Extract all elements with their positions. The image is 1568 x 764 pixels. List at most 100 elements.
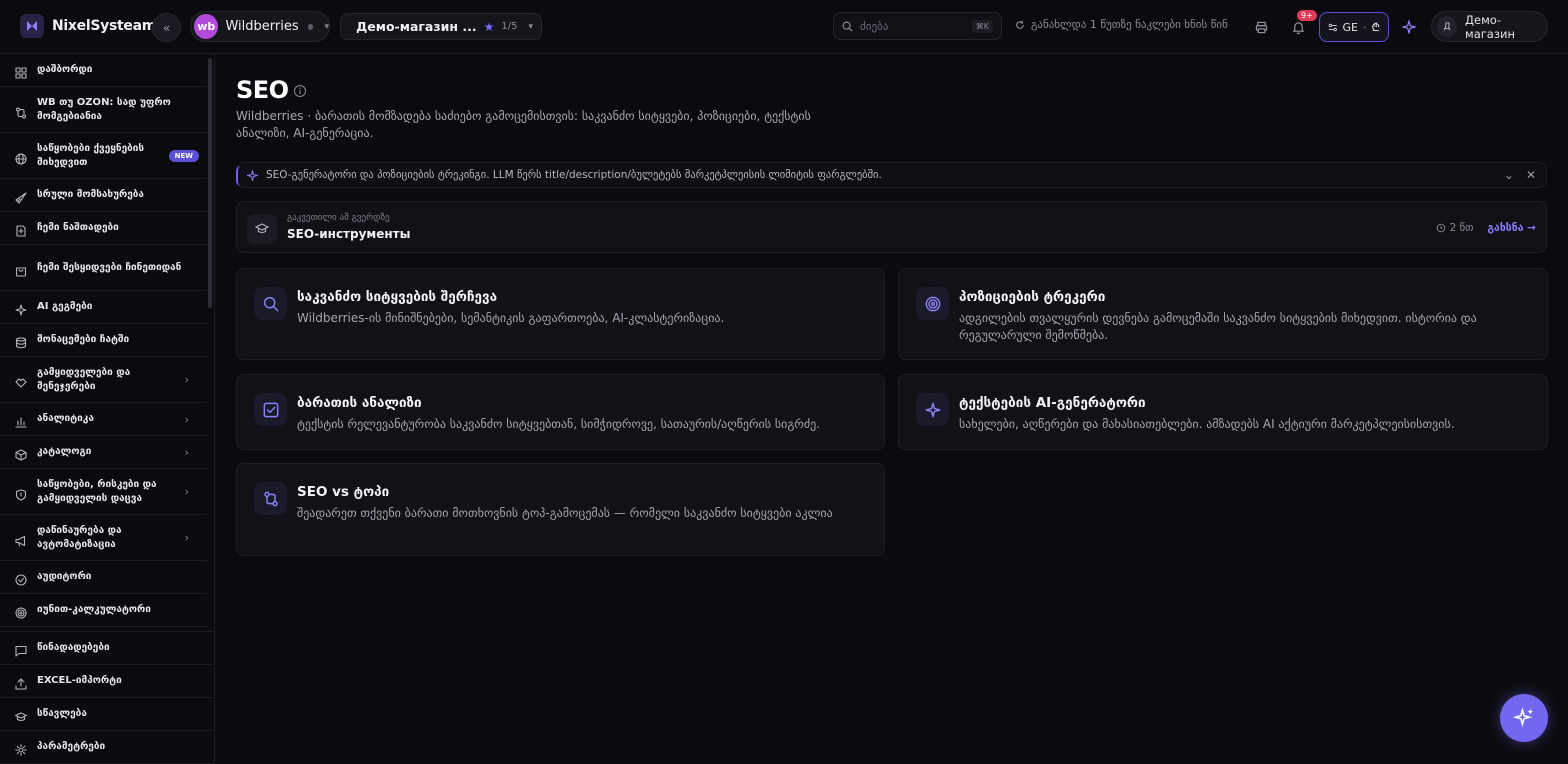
language-separator: · [1363, 21, 1367, 34]
banner-collapse-chevron-icon[interactable]: ⌄ [1504, 168, 1514, 182]
tool-card[interactable]: SEO vs ტოპიშეადარეთ თქვენი ბარათი მოთხოვ… [236, 463, 885, 556]
search-input[interactable]: ძიება ⌘K [833, 12, 1002, 40]
sidebar-item[interactable]: ჩემი შესყიდვები ჩინეთიდან [0, 245, 207, 291]
refresh-status[interactable]: განახლდა 1 წუთზე ნაკლები ხნის წინ [1015, 18, 1228, 31]
collapse-sidebar-button[interactable]: « [152, 13, 181, 42]
star-icon[interactable]: ★ [484, 20, 495, 34]
checkbox-icon [254, 393, 287, 426]
card-title: ტექსტების AI-გენერატორი [959, 395, 1146, 411]
settings-toggle-icon [1328, 22, 1338, 33]
sidebar-bottom-item[interactable]: პარამეტრები [0, 731, 215, 764]
marketplace-name: Wildberries [225, 19, 298, 34]
info-banner: SEO-გენერატორი და პოზიციების ტრეკინგი. L… [236, 162, 1547, 188]
tool-card[interactable]: ტექსტების AI-გენერატორისახელები, აღწერებ… [898, 374, 1548, 450]
info-icon[interactable] [293, 83, 307, 97]
page-description: Wildberries · ბარათის მომზადება საძიებო … [236, 108, 816, 142]
sparkle-icon [916, 393, 949, 426]
tool-card[interactable]: ბარათის ანალიზიტექსტის რელევანტურობა საკ… [236, 374, 885, 450]
sidebar-item[interactable]: იუნით-კალკულატორი [0, 594, 207, 627]
sidebar-item-label: წინადადებები [37, 641, 207, 655]
sidebar-item[interactable]: აუდიტორი [0, 561, 207, 594]
sidebar-item-label: პარამეტრები [37, 740, 207, 754]
banner-text: SEO-გენერატორი და პოზიციების ტრეკინგი. L… [266, 169, 1496, 181]
brand-logo-icon [20, 14, 44, 38]
sidebar-bottom-item[interactable]: წინადადებები [0, 632, 215, 665]
store-select[interactable]: Демо-магазин ... ★ 1/5 ▾ [340, 13, 542, 40]
sidebar-item-label: EXCEL-იმპორტი [37, 674, 207, 688]
sidebar-item-label: კატალოგი [37, 445, 185, 459]
sidebar-item-label: დაშბორდი [37, 63, 199, 77]
sidebar-item[interactable]: მონაცემები ჩატში [0, 324, 207, 357]
sidebar-item-label: ჩემი შესყიდვები ჩინეთიდან [37, 261, 199, 275]
sidebar-item-label: მონაცემები ჩატში [37, 333, 199, 347]
currency-glyph: ₾ [1372, 20, 1380, 35]
sidebar-bottom-nav: წინადადებები EXCEL-იმპორტი სწავლება პარამეტ… [0, 631, 215, 764]
sidebar-item[interactable]: ანალიტიკა› [0, 403, 207, 436]
check-circle-icon [15, 571, 27, 583]
box-icon [15, 446, 27, 458]
main-content: SEO Wildberries · ბარათის მომზადება საძი… [216, 54, 1568, 762]
banner-close-icon[interactable]: ✕ [1526, 168, 1536, 182]
lesson-open-link[interactable]: გახსნა → [1487, 222, 1536, 234]
tool-card[interactable]: პოზიციების ტრეკერიადგილების თვალყურის დე… [898, 268, 1548, 360]
target-icon [916, 287, 949, 320]
sidebar-item[interactable]: სრული მომსახურება [0, 179, 207, 212]
globe-icon [15, 150, 27, 162]
bell-icon [1292, 21, 1305, 34]
ai-chat-fab[interactable] [1500, 694, 1548, 742]
chevron-right-icon: › [185, 485, 189, 498]
document-icon [15, 222, 27, 234]
sidebar-item-label: სწავლება [37, 707, 207, 721]
sidebar-item-label: იუნით-კალკულატორი [37, 603, 199, 617]
sidebar-item[interactable]: დაწინაურება და ავტომატიზაცია› [0, 515, 207, 561]
tool-card[interactable]: საკვანძო სიტყვების შერჩევა Wildberries-ის… [236, 268, 885, 360]
page-title: SEO [236, 76, 289, 104]
card-description: ტექსტის რელევანტურობა საკვანძო სიტყვებთა… [297, 416, 868, 433]
sidebar-scrollbar[interactable] [208, 58, 212, 308]
search-icon [842, 21, 853, 32]
sidebar-item[interactable]: საწყობები ქვეყნების მიხედვითNEW [0, 133, 207, 179]
sidebar-item-label: AI გეგმები [37, 300, 199, 314]
megaphone-icon [15, 532, 27, 544]
lesson-duration: 2 წთ [1436, 222, 1474, 234]
lesson-card[interactable]: გაკვეთილი ამ გვერდზე SEO-инструменты 2 წ… [236, 201, 1547, 253]
search-placeholder: ძიება [860, 20, 965, 33]
sidebar-item[interactable]: კატალოგი› [0, 436, 207, 469]
lesson-title: SEO-инструменты [287, 227, 410, 241]
sidebar-item[interactable]: საწყობები, რისკები და გამყიდველის დაცვა› [0, 469, 207, 515]
sidebar-nav[interactable]: დაშბორდი WB თუ OZON: სად უფრო მომგებიანია… [0, 54, 207, 632]
sidebar-item[interactable]: გამყიდველები და მენეჯერები› [0, 357, 207, 403]
sidebar-item-label: სრული მომსახურება [37, 188, 199, 202]
sparkle-icon [247, 170, 258, 181]
clock-icon [1436, 223, 1446, 233]
user-menu-button[interactable]: Д Демо-магазин [1431, 11, 1548, 42]
brand[interactable]: NixelSysteam [20, 14, 156, 38]
sidebar-item[interactable]: ჩემი ნაშთადები [0, 212, 207, 245]
shield-icon [15, 486, 27, 498]
user-name: Демо-магазин [1465, 13, 1547, 41]
card-description: ადგილების თვალყურის დევნება გამოცემაში ს… [959, 310, 1531, 344]
status-dot [308, 24, 314, 30]
card-title: საკვანძო სიტყვების შერჩევა [297, 289, 497, 305]
language-currency-button[interactable]: GE · ₾ [1319, 12, 1389, 42]
sidebar-item-label: გამყიდველები და მენეჯერები [37, 366, 185, 394]
wildberries-logo: wb [194, 14, 218, 39]
sidebar-item[interactable]: დაშბორდი [0, 54, 207, 87]
rocket-icon [15, 189, 27, 201]
sidebar-item[interactable]: WB თუ OZON: სად უფრო მომგებიანია [0, 87, 207, 133]
marketplace-select[interactable]: wb Wildberries ▾ [190, 11, 330, 42]
sidebar-bottom-item[interactable]: EXCEL-იმპორტი [0, 665, 215, 698]
sidebar-item-label: საწყობები, რისკები და გამყიდველის დაცვა [37, 478, 185, 506]
chevron-right-icon: › [185, 373, 189, 386]
sidebar-bottom-item[interactable]: სწავლება [0, 698, 215, 731]
search-icon [254, 287, 287, 320]
ai-assistant-button[interactable] [1396, 14, 1422, 40]
dashboard-icon [15, 64, 27, 76]
notification-count-badge: 9+ [1297, 10, 1317, 21]
sidebar-item[interactable]: AI გეგმები [0, 291, 207, 324]
lesson-kicker: გაკვეთილი ამ გვერდზე [287, 213, 390, 223]
refresh-icon [1015, 20, 1025, 30]
card-description: Wildberries-ის მინიშნებები, სემანტიკის გ… [297, 310, 868, 327]
lesson-duration-text: 2 წთ [1450, 222, 1474, 234]
print-button[interactable] [1248, 14, 1274, 40]
